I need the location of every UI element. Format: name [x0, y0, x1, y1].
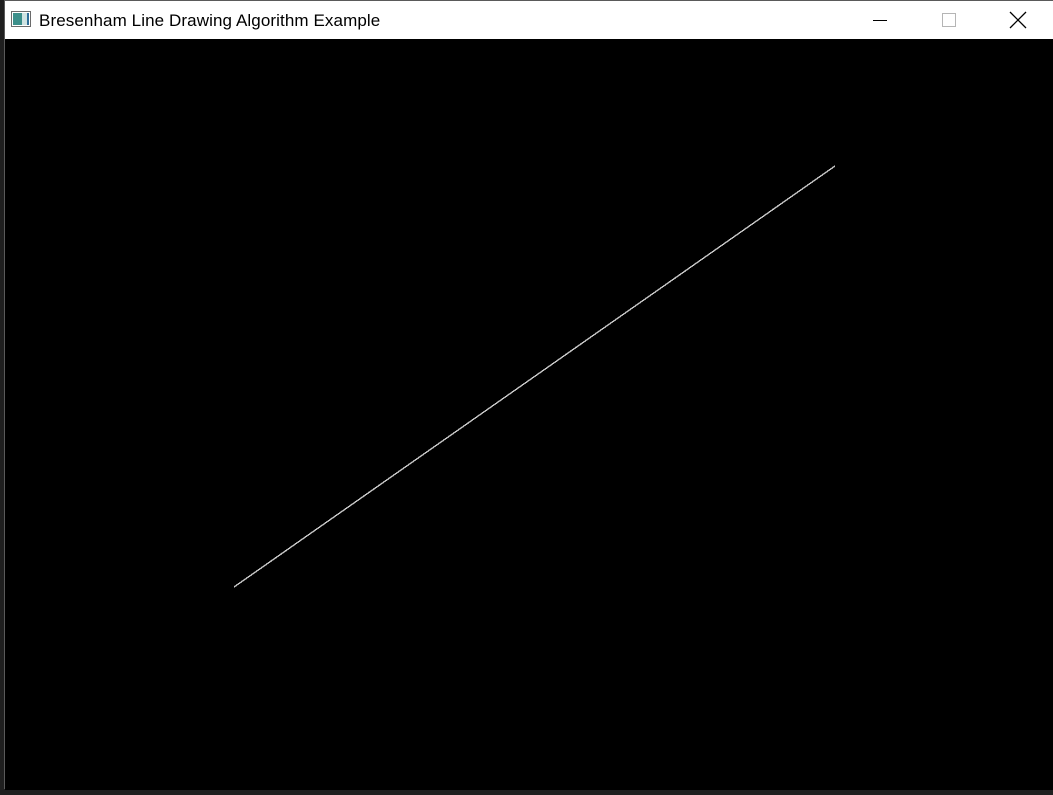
window-title: Bresenham Line Drawing Algorithm Example [39, 11, 381, 30]
app-window: Bresenham Line Drawing Algorithm Example [4, 0, 1053, 790]
title-bar[interactable]: Bresenham Line Drawing Algorithm Example [5, 1, 1053, 39]
close-icon [1009, 11, 1027, 29]
minimize-icon [872, 12, 888, 28]
maximize-icon [941, 12, 957, 28]
window-app-icon [11, 11, 31, 27]
drawing-canvas [5, 39, 1053, 790]
close-button[interactable] [983, 1, 1052, 39]
bresenham-line [233, 165, 836, 588]
minimize-button[interactable] [845, 1, 914, 39]
maximize-button[interactable] [914, 1, 983, 39]
